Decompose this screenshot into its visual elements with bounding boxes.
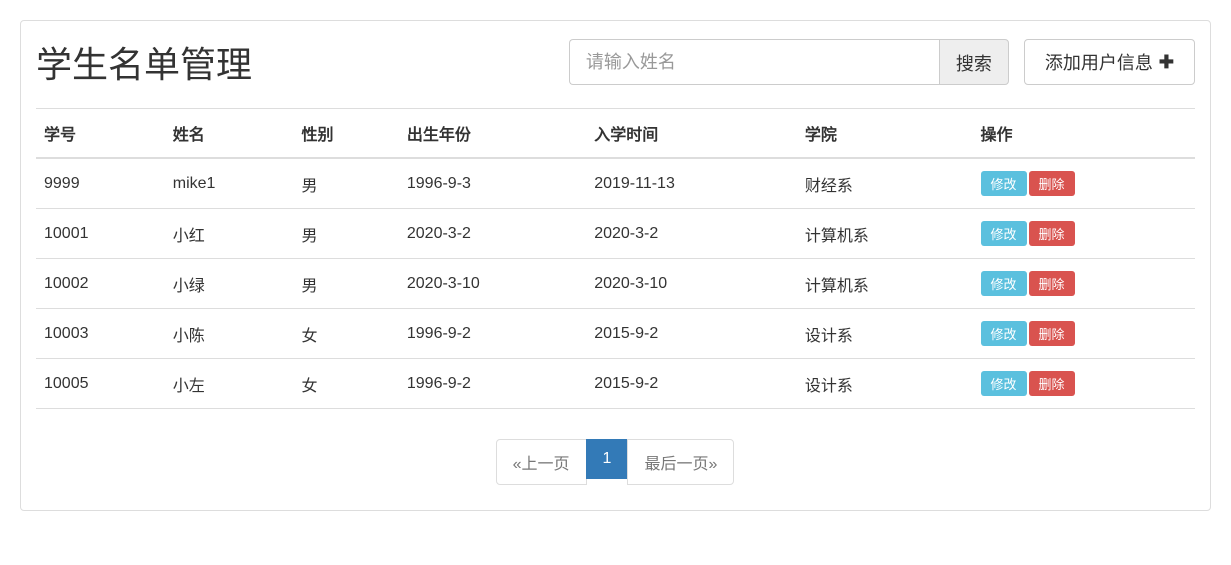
cell-dept: 设计系 [797, 309, 973, 359]
edit-button[interactable]: 修改 [981, 171, 1027, 196]
table-row: 10005小左女1996-9-22015-9-2设计系修改删除 [36, 359, 1195, 409]
search-group: 搜索 [569, 39, 1009, 85]
table-row: 9999mike1男1996-9-32019-11-13财经系修改删除 [36, 158, 1195, 209]
col-header-id: 学号 [36, 109, 165, 159]
cell-gender: 男 [294, 259, 399, 309]
cell-id: 9999 [36, 158, 165, 209]
cell-birth: 1996-9-2 [399, 309, 586, 359]
delete-button[interactable]: 删除 [1029, 271, 1075, 296]
delete-button[interactable]: 删除 [1029, 171, 1075, 196]
cell-name: 小陈 [165, 309, 294, 359]
pagination-page-1[interactable]: 1 [586, 439, 629, 479]
cell-name: 小红 [165, 209, 294, 259]
cell-id: 10001 [36, 209, 165, 259]
pagination: «上一页 1 最后一页» [497, 439, 735, 485]
cell-admit: 2020-3-10 [586, 259, 797, 309]
cell-dept: 计算机系 [797, 209, 973, 259]
cell-admit: 2020-3-2 [586, 209, 797, 259]
cell-birth: 1996-9-3 [399, 158, 586, 209]
search-button[interactable]: 搜索 [939, 39, 1009, 85]
header-row: 学生名单管理 搜索 添加用户信息 ✚ [36, 36, 1195, 88]
col-header-gender: 性别 [294, 109, 399, 159]
delete-button[interactable]: 删除 [1029, 321, 1075, 346]
edit-button[interactable]: 修改 [981, 371, 1027, 396]
table-row: 10003小陈女1996-9-22015-9-2设计系修改删除 [36, 309, 1195, 359]
col-header-birth: 出生年份 [399, 109, 586, 159]
add-user-label: 添加用户信息 [1045, 49, 1153, 75]
cell-gender: 男 [294, 209, 399, 259]
cell-admit: 2019-11-13 [586, 158, 797, 209]
cell-name: 小左 [165, 359, 294, 409]
col-header-admit: 入学时间 [586, 109, 797, 159]
edit-button[interactable]: 修改 [981, 221, 1027, 246]
cell-ops: 修改删除 [973, 359, 1196, 409]
cell-name: 小绿 [165, 259, 294, 309]
delete-button[interactable]: 删除 [1029, 221, 1075, 246]
cell-birth: 2020-3-10 [399, 259, 586, 309]
cell-dept: 设计系 [797, 359, 973, 409]
edit-button[interactable]: 修改 [981, 321, 1027, 346]
cell-birth: 2020-3-2 [399, 209, 586, 259]
col-header-dept: 学院 [797, 109, 973, 159]
main-panel: 学生名单管理 搜索 添加用户信息 ✚ 学号 姓名 性别 出生年份 入学时间 学院… [20, 20, 1211, 511]
cell-dept: 财经系 [797, 158, 973, 209]
cell-birth: 1996-9-2 [399, 359, 586, 409]
edit-button[interactable]: 修改 [981, 271, 1027, 296]
plus-icon: ✚ [1159, 52, 1174, 73]
table-row: 10002小绿男2020-3-102020-3-10计算机系修改删除 [36, 259, 1195, 309]
col-header-ops: 操作 [973, 109, 1196, 159]
cell-admit: 2015-9-2 [586, 309, 797, 359]
students-table: 学号 姓名 性别 出生年份 入学时间 学院 操作 9999mike1男1996-… [36, 108, 1195, 409]
table-header-row: 学号 姓名 性别 出生年份 入学时间 学院 操作 [36, 109, 1195, 159]
pagination-last[interactable]: 最后一页» [627, 439, 734, 485]
search-input[interactable] [569, 39, 939, 85]
col-header-name: 姓名 [165, 109, 294, 159]
delete-button[interactable]: 删除 [1029, 371, 1075, 396]
cell-admit: 2015-9-2 [586, 359, 797, 409]
table-row: 10001小红男2020-3-22020-3-2计算机系修改删除 [36, 209, 1195, 259]
cell-name: mike1 [165, 158, 294, 209]
cell-id: 10003 [36, 309, 165, 359]
page-title: 学生名单管理 [36, 36, 252, 88]
cell-id: 10002 [36, 259, 165, 309]
cell-ops: 修改删除 [973, 309, 1196, 359]
cell-ops: 修改删除 [973, 158, 1196, 209]
cell-dept: 计算机系 [797, 259, 973, 309]
cell-gender: 女 [294, 309, 399, 359]
cell-ops: 修改删除 [973, 259, 1196, 309]
add-user-button[interactable]: 添加用户信息 ✚ [1024, 39, 1195, 85]
pagination-prev[interactable]: «上一页 [496, 439, 587, 485]
cell-ops: 修改删除 [973, 209, 1196, 259]
cell-gender: 女 [294, 359, 399, 409]
pagination-wrap: «上一页 1 最后一页» [36, 429, 1195, 495]
cell-id: 10005 [36, 359, 165, 409]
table-body: 9999mike1男1996-9-32019-11-13财经系修改删除10001… [36, 158, 1195, 409]
cell-gender: 男 [294, 158, 399, 209]
